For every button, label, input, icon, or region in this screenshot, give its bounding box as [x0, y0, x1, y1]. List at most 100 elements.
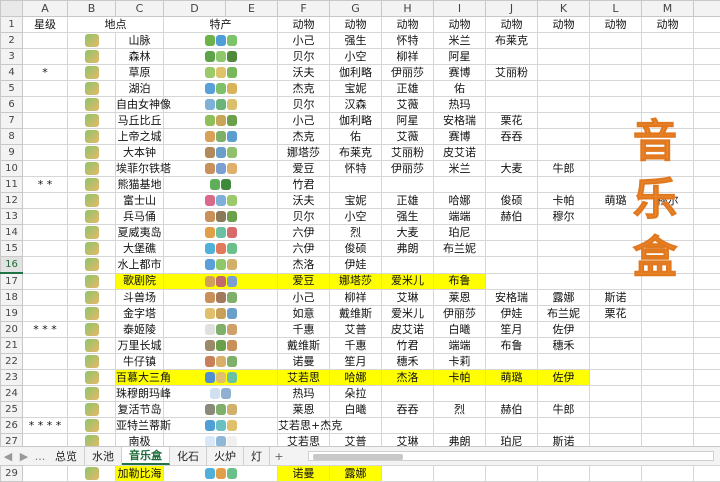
cell-animal[interactable] — [642, 306, 694, 322]
cell-specialty[interactable] — [164, 209, 278, 225]
cell-specialty[interactable] — [164, 418, 278, 434]
cell-animal[interactable] — [538, 466, 590, 482]
cell-animal[interactable]: 竹君 — [278, 177, 330, 193]
cell-star[interactable] — [23, 466, 68, 482]
row-header[interactable]: 6 — [1, 97, 23, 113]
cell-animal[interactable] — [642, 129, 694, 145]
cell-place-icon[interactable] — [68, 145, 116, 161]
cell-animal[interactable]: 怀特 — [330, 161, 382, 177]
cell-animal[interactable]: 怀特 — [382, 33, 434, 49]
cell-star[interactable] — [23, 81, 68, 97]
cell-place-icon[interactable] — [68, 402, 116, 418]
cell-animal[interactable] — [642, 370, 694, 386]
cell-animal[interactable] — [590, 177, 642, 193]
cell-empty[interactable] — [694, 354, 720, 370]
cell-animal[interactable]: 赫伯 — [486, 402, 538, 418]
row-header[interactable]: 12 — [1, 193, 23, 209]
cell-empty[interactable] — [694, 402, 720, 418]
cell-animal[interactable]: 艾薇 — [382, 129, 434, 145]
cell-animal[interactable]: 布兰妮 — [538, 306, 590, 322]
cell-star[interactable] — [23, 225, 68, 241]
cell-place-name[interactable]: 埃菲尔铁塔 — [116, 161, 164, 177]
col-header-B[interactable]: B — [68, 1, 116, 17]
horizontal-scrollbar[interactable] — [308, 451, 714, 461]
cell-animal[interactable] — [590, 273, 642, 290]
cell-specialty[interactable] — [164, 306, 278, 322]
cell-specialty[interactable] — [164, 145, 278, 161]
cell-animal[interactable] — [642, 65, 694, 81]
cell-place-icon[interactable] — [68, 322, 116, 338]
cell-animal[interactable]: 佐伊 — [538, 322, 590, 338]
cell-empty[interactable] — [694, 17, 720, 33]
cell-animal[interactable] — [538, 33, 590, 49]
cell-animal[interactable]: 爱豆 — [278, 273, 330, 290]
row-header[interactable]: 23 — [1, 370, 23, 386]
cell-animal[interactable] — [642, 466, 694, 482]
cell-animal[interactable] — [486, 81, 538, 97]
cell-animal[interactable]: 珀尼 — [434, 225, 486, 241]
cell-animal[interactable]: 热玛 — [278, 386, 330, 402]
cell-animal[interactable] — [486, 386, 538, 402]
cell-star[interactable] — [23, 145, 68, 161]
cell-place-icon[interactable] — [68, 161, 116, 177]
cell-animal[interactable]: 露娜 — [330, 466, 382, 482]
cell-place-name[interactable]: 万里长城 — [116, 338, 164, 354]
cell-animal[interactable]: 阿星 — [434, 49, 486, 65]
cell-animal[interactable]: 六伊 — [278, 225, 330, 241]
cell-place-icon[interactable] — [68, 418, 116, 434]
cell-animal[interactable]: 贝尔 — [278, 97, 330, 113]
cell-animal[interactable]: 杰克 — [278, 129, 330, 145]
cell-place-name[interactable]: 复活节岛 — [116, 402, 164, 418]
row-header[interactable]: 17 — [1, 273, 23, 290]
row-header[interactable]: 3 — [1, 49, 23, 65]
cell-specialty[interactable] — [164, 273, 278, 290]
cell-animal[interactable] — [642, 354, 694, 370]
cell-star[interactable] — [23, 306, 68, 322]
cell-specialty[interactable] — [164, 466, 278, 482]
cell-animal[interactable] — [538, 273, 590, 290]
cell-animal[interactable]: 哈娜 — [434, 193, 486, 209]
cell-animal[interactable]: 爱豆 — [278, 161, 330, 177]
cell-specialty[interactable] — [164, 113, 278, 129]
cell-animal[interactable] — [434, 418, 486, 434]
cell-empty[interactable] — [694, 81, 720, 97]
row-header[interactable]: 16 — [1, 257, 23, 274]
cell-animal[interactable] — [590, 81, 642, 97]
cell-animal[interactable] — [486, 241, 538, 257]
cell-animal[interactable] — [642, 322, 694, 338]
cell-place-name[interactable]: 富士山 — [116, 193, 164, 209]
cell-star[interactable] — [23, 113, 68, 129]
cell-place-icon[interactable] — [68, 338, 116, 354]
cell-animal[interactable] — [382, 418, 434, 434]
cell-animal[interactable]: 杰洛 — [382, 370, 434, 386]
cell-special-header[interactable]: 特产 — [164, 17, 278, 33]
cell-animal[interactable] — [486, 145, 538, 161]
cell-star[interactable] — [23, 33, 68, 49]
cell-animal[interactable] — [590, 225, 642, 241]
cell-animal[interactable] — [590, 466, 642, 482]
row-header[interactable]: 15 — [1, 241, 23, 257]
cell-animal[interactable]: 戴维斯 — [278, 338, 330, 354]
cell-animal[interactable] — [590, 338, 642, 354]
cell-empty[interactable] — [694, 370, 720, 386]
cell-star[interactable] — [23, 241, 68, 257]
cell-place-name[interactable]: 夏威夷岛 — [116, 225, 164, 241]
cell-animal[interactable] — [590, 322, 642, 338]
cell-animal-header[interactable]: 动物 — [538, 17, 590, 33]
cell-animal[interactable]: 杰洛 — [278, 257, 330, 274]
cell-animal[interactable] — [590, 418, 642, 434]
cell-animal[interactable]: 布兰妮 — [434, 241, 486, 257]
cell-empty[interactable] — [694, 193, 720, 209]
cell-place-icon[interactable] — [68, 466, 116, 482]
cell-animal[interactable]: 伽利略 — [330, 65, 382, 81]
cell-place-name[interactable]: 金字塔 — [116, 306, 164, 322]
cell-animal-header[interactable]: 动物 — [642, 17, 694, 33]
col-header-K[interactable]: K — [538, 1, 590, 17]
scrollbar-thumb[interactable] — [313, 454, 403, 460]
cell-animal[interactable]: 卡莉 — [434, 354, 486, 370]
cell-star[interactable] — [23, 273, 68, 290]
cell-animal[interactable]: 竹君 — [382, 338, 434, 354]
cell-empty[interactable] — [694, 257, 720, 274]
cell-empty[interactable] — [694, 177, 720, 193]
sheet-tab-overview[interactable]: 总览 — [48, 447, 85, 465]
